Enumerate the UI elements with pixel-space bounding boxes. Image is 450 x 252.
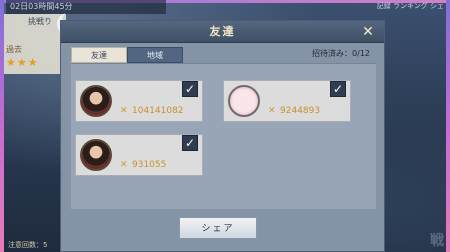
- crossed-swords-icon: ✕: [268, 106, 276, 116]
- background-menu-text: 記録 ランキング シェ: [376, 2, 444, 10]
- crossed-swords-icon: ✕: [120, 106, 128, 116]
- frame-right-border: [446, 0, 450, 252]
- friend-name: [120, 87, 144, 97]
- tab-friends[interactable]: 友達: [71, 47, 127, 63]
- background-sub-label: 過去: [6, 45, 22, 54]
- crossed-swords-icon: ✕: [120, 160, 128, 170]
- friend-name: [120, 141, 144, 151]
- close-icon: ✕: [362, 24, 374, 40]
- friend-id: 9244893: [280, 106, 321, 116]
- friends-dialog: 友達 ✕ 友達 地域 招待済み：0/12 ✕ 104141082 ✓ ✕ 924…: [60, 20, 385, 252]
- friend-id: 931055: [132, 160, 167, 170]
- friend-id: 104141082: [132, 106, 184, 116]
- character-avatar: [80, 139, 112, 171]
- friend-card[interactable]: ✕ 9244893 ✓: [223, 80, 351, 122]
- friend-name: [268, 87, 292, 97]
- select-checkbox[interactable]: ✓: [182, 135, 198, 151]
- select-checkbox[interactable]: ✓: [182, 81, 198, 97]
- background-kanji: 戦: [430, 233, 444, 249]
- background-timer: 02日03時間45分: [6, 0, 166, 14]
- invite-count: 招待済み：0/12: [312, 49, 370, 58]
- tab-bar: 友達 地域: [71, 47, 183, 63]
- character-avatar: [80, 85, 112, 117]
- background-label: 挑戦り: [28, 17, 52, 26]
- dialog-title: 友達: [209, 25, 236, 38]
- share-button[interactable]: シェア: [179, 217, 257, 239]
- select-checkbox[interactable]: ✓: [330, 81, 346, 97]
- close-button[interactable]: ✕: [360, 24, 376, 40]
- blank-avatar: [228, 85, 260, 117]
- friend-card[interactable]: ✕ 931055 ✓: [75, 134, 203, 176]
- friend-list: ✕ 104141082 ✓ ✕ 9244893 ✓ ✕ 931055 ✓: [71, 63, 376, 209]
- star-rating: ★★★: [6, 56, 39, 69]
- friend-card[interactable]: ✕ 104141082 ✓: [75, 80, 203, 122]
- tab-region[interactable]: 地域: [127, 47, 183, 63]
- background-notice: 注意回数：5: [8, 241, 48, 249]
